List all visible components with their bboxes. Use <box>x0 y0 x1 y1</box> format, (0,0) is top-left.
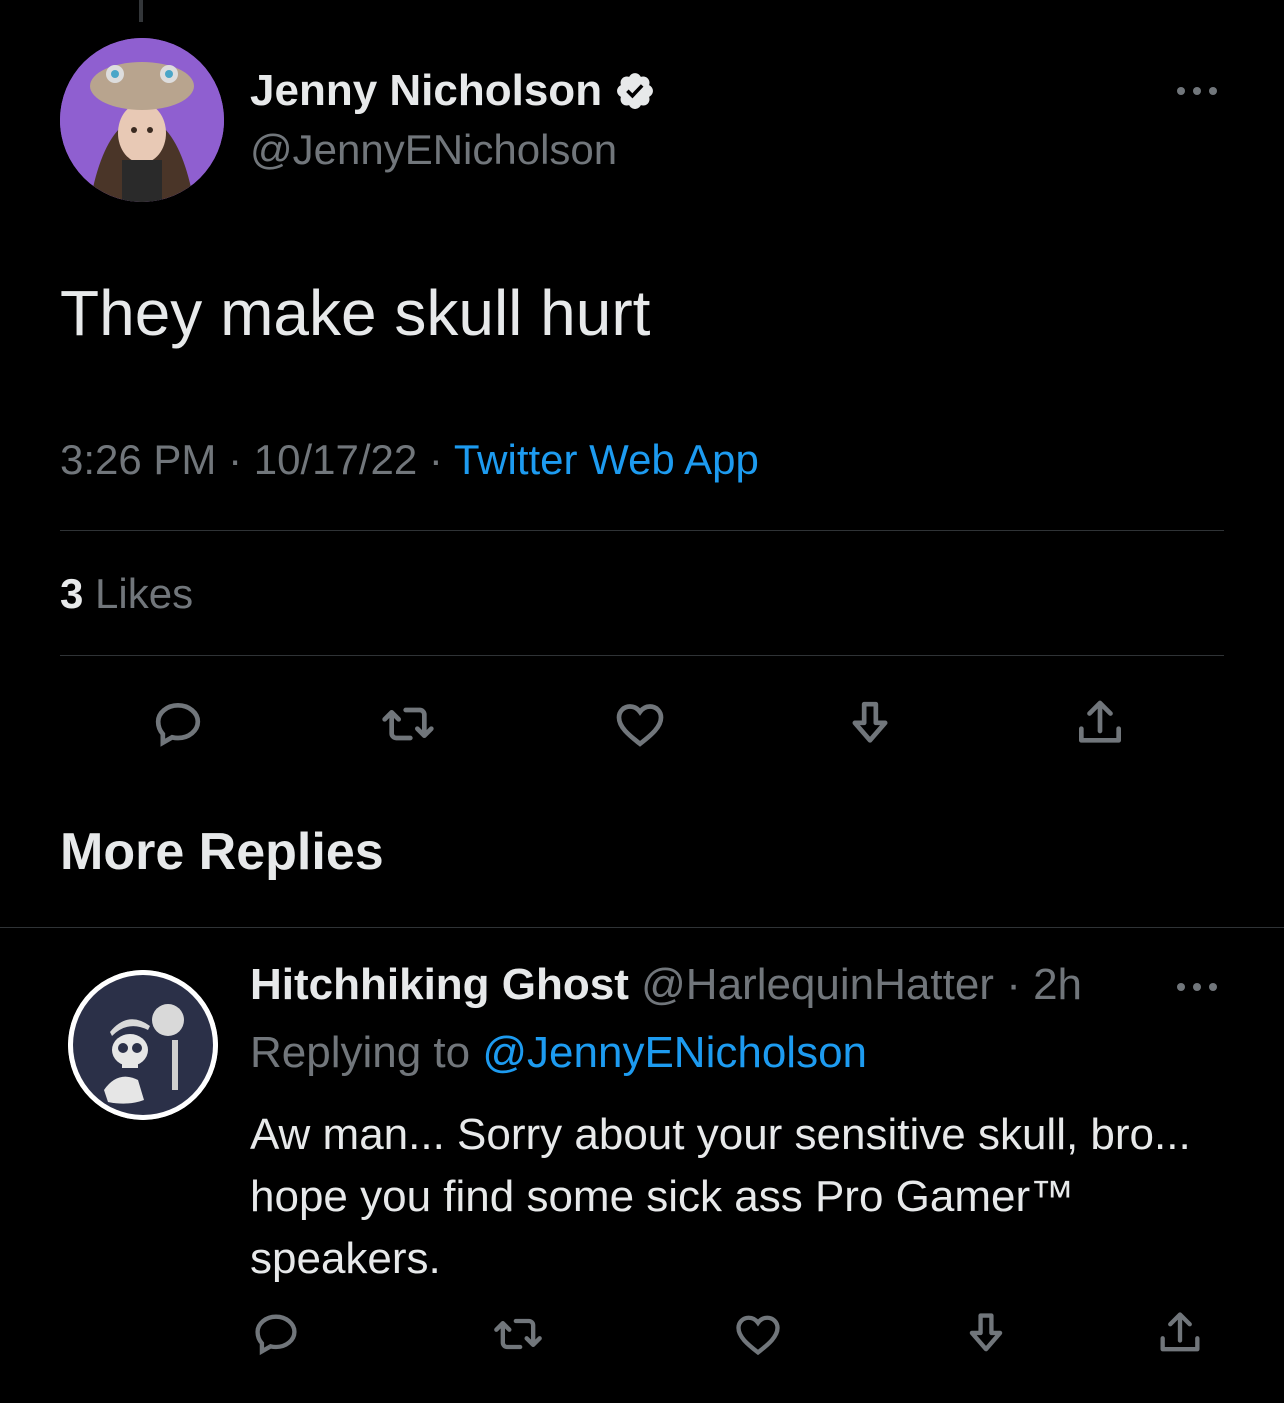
meta-separator: · <box>428 436 454 483</box>
replying-prefix: Replying to <box>250 1028 471 1077</box>
author-handle[interactable]: @JennyENicholson <box>250 126 617 174</box>
verified-icon <box>617 73 654 109</box>
replying-mention[interactable]: @JennyENicholson <box>482 1028 867 1077</box>
reply-icon[interactable] <box>246 1304 306 1364</box>
meta-separator: · <box>1006 960 1021 1009</box>
reply-author-avatar[interactable] <box>68 970 218 1120</box>
meta-separator: · <box>228 436 254 483</box>
section-divider <box>0 927 1284 928</box>
replying-to: Replying to @JennyENicholson <box>250 1028 867 1078</box>
divider <box>60 655 1224 656</box>
reply-author-handle[interactable]: @HarlequinHatter <box>641 960 994 1009</box>
likes-stat[interactable]: 3 Likes <box>60 570 193 618</box>
tweet-date[interactable]: 10/17/22 <box>254 436 418 483</box>
reply-text: Aw man... Sorry about your sensitive sku… <box>250 1110 1191 1283</box>
more-icon[interactable] <box>1172 76 1222 106</box>
share-icon[interactable] <box>1150 1304 1210 1364</box>
likes-label: Likes <box>95 570 194 617</box>
likes-count: 3 <box>60 570 84 617</box>
reply-age[interactable]: 2h <box>1033 960 1082 1009</box>
more-replies-heading: More Replies <box>60 823 384 881</box>
reply-author-name[interactable]: Hitchhiking Ghost <box>250 960 629 1009</box>
tweet-source[interactable]: Twitter Web App <box>454 436 759 483</box>
divider <box>60 530 1224 531</box>
bookmark-icon[interactable] <box>956 1304 1016 1364</box>
reply-icon[interactable] <box>148 694 208 754</box>
tweet-text: They make skull hurt <box>60 277 651 349</box>
like-icon[interactable] <box>728 1304 788 1364</box>
thread-connector-line <box>139 0 143 22</box>
author-avatar[interactable] <box>60 38 224 202</box>
author-name-text[interactable]: Jenny Nicholson <box>250 66 602 116</box>
retweet-icon[interactable] <box>378 694 438 754</box>
author-name[interactable]: Jenny Nicholson <box>250 66 656 116</box>
tweet-time[interactable]: 3:26 PM <box>60 436 216 483</box>
share-icon[interactable] <box>1070 694 1130 754</box>
tweet-meta: 3:26 PM · 10/17/22 · Twitter Web App <box>60 436 759 484</box>
more-icon[interactable] <box>1172 972 1222 1002</box>
like-icon[interactable] <box>610 694 670 754</box>
bookmark-icon[interactable] <box>840 694 900 754</box>
retweet-icon[interactable] <box>488 1304 548 1364</box>
reply-header: Hitchhiking Ghost @HarlequinHatter · 2h <box>250 960 1082 1010</box>
